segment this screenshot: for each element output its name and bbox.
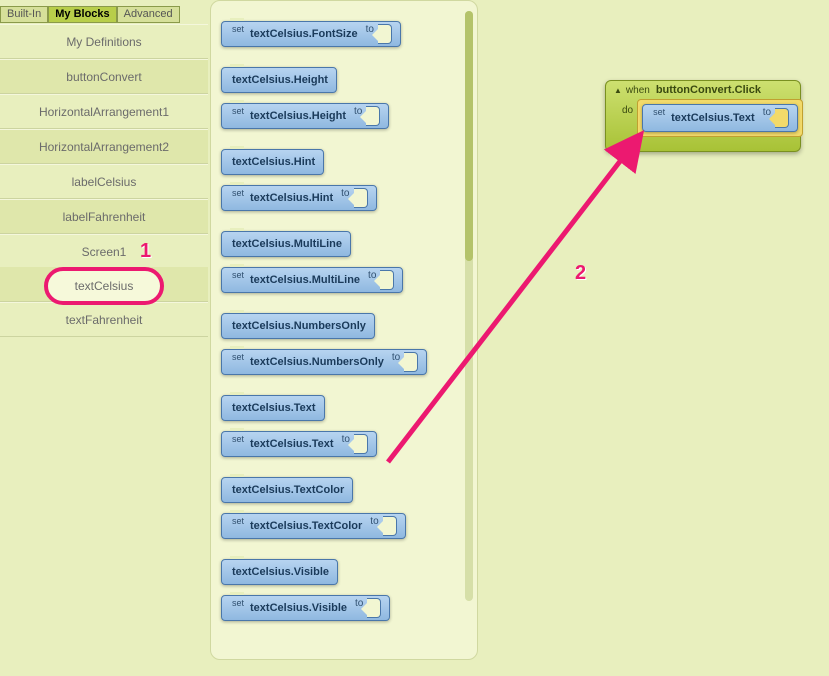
value-socket[interactable]	[404, 352, 418, 372]
drawer-scrollbar[interactable]	[465, 11, 473, 601]
disclosure-triangle-icon[interactable]: ▲	[614, 86, 622, 95]
block-pair: textCelsius.Visible set textCelsius.Visibl…	[211, 559, 477, 621]
getter-block[interactable]: textCelsius.Visible	[221, 559, 338, 585]
getter-block[interactable]: textCelsius.MultiLine	[221, 231, 351, 257]
set-keyword: set	[232, 350, 244, 362]
value-socket[interactable]	[367, 598, 381, 618]
block-label: textCelsius.NumbersOnly	[250, 356, 384, 368]
component-item-horizontalarrangement2[interactable]: HorizontalArrangement2	[0, 129, 208, 164]
block-label: textCelsius.Hint	[232, 156, 315, 168]
block-label: textCelsius.Hint	[250, 192, 333, 204]
component-item-screen1[interactable]: Screen1	[0, 234, 208, 269]
blocks-drawer-content: settextCelsius.FontSizetotextCelsius.Hei…	[211, 21, 477, 621]
block-label: textCelsius.TextColor	[250, 520, 362, 532]
set-keyword: set	[232, 514, 244, 526]
value-socket[interactable]	[354, 188, 368, 208]
getter-block[interactable]: textCelsius.Hint	[221, 149, 324, 175]
event-do-slot[interactable]: set textCelsius.Text to	[637, 99, 803, 137]
block-label: textCelsius.MultiLine	[232, 238, 342, 250]
callout-1: 1	[140, 240, 151, 263]
callout-2: 2	[575, 262, 586, 285]
tab-advanced[interactable]: Advanced	[117, 6, 180, 23]
value-socket[interactable]	[366, 106, 380, 126]
set-keyword: set	[232, 596, 244, 608]
tab-builtin[interactable]: Built-In	[0, 6, 48, 23]
set-keyword: set	[232, 432, 244, 444]
block-pair: textCelsius.TextColor set textCelsius.Text…	[211, 477, 477, 539]
block-label: textCelsius.TextColor	[232, 484, 344, 496]
block-label: textCelsius.Text	[671, 112, 755, 124]
setter-block[interactable]: settextCelsius.FontSizeto	[221, 21, 401, 47]
value-socket[interactable]	[383, 516, 397, 536]
block-label: textCelsius.Visible	[250, 602, 347, 614]
set-keyword: set	[232, 22, 244, 34]
setter-block[interactable]: settextCelsius.NumbersOnlyto	[221, 349, 427, 375]
block-label: textCelsius.Height	[232, 74, 328, 86]
component-item-horizontalarrangement1[interactable]: HorizontalArrangement1	[0, 94, 208, 129]
block-label: textCelsius.Text	[232, 402, 316, 414]
getter-block[interactable]: textCelsius.TextColor	[221, 477, 353, 503]
setter-block[interactable]: settextCelsius.MultiLineto	[221, 267, 403, 293]
tab-my-blocks[interactable]: My Blocks	[48, 6, 116, 23]
event-block-buttonconvert-click[interactable]: ▲ when buttonConvert.Click do set textCe…	[605, 80, 801, 152]
setter-block[interactable]: settextCelsius.Hintto	[221, 185, 377, 211]
block-pair: settextCelsius.FontSizeto	[211, 21, 477, 47]
component-item-my definitions[interactable]: My Definitions	[0, 24, 208, 59]
block-pair: textCelsius.HeightsettextCelsius.Heightt…	[211, 67, 477, 129]
value-socket[interactable]	[380, 270, 394, 290]
component-item-labelcelsius[interactable]: labelCelsius	[0, 164, 208, 199]
component-item-textcelsius[interactable]: textCelsius	[44, 267, 164, 305]
set-keyword: set	[232, 268, 244, 280]
setter-block[interactable]: settextCelsius.Textto	[221, 431, 377, 457]
getter-block[interactable]: textCelsius.Height	[221, 67, 337, 93]
component-item-labelfahrenheit[interactable]: labelFahrenheit	[0, 199, 208, 234]
set-keyword: set	[232, 104, 244, 116]
getter-block[interactable]: textCelsius.NumbersOnly	[221, 313, 375, 339]
setter-block[interactable]: settextCelsius.Heightto	[221, 103, 389, 129]
block-pair: textCelsius.HintsettextCelsius.Hintto	[211, 149, 477, 211]
getter-block[interactable]: textCelsius.Text	[221, 395, 325, 421]
component-item-textfahrenheit[interactable]: textFahrenheit	[0, 302, 208, 337]
blocks-drawer: settextCelsius.FontSizetotextCelsius.Hei…	[210, 0, 478, 660]
component-list: My DefinitionsbuttonConvertHorizontalArr…	[0, 24, 208, 337]
block-label: textCelsius.NumbersOnly	[232, 320, 366, 332]
component-item-buttonconvert[interactable]: buttonConvert	[0, 59, 208, 94]
do-keyword: do	[622, 105, 633, 116]
setter-block[interactable]: settextCelsius.Visibleto	[221, 595, 390, 621]
value-socket[interactable]	[378, 24, 392, 44]
set-keyword: set	[232, 186, 244, 198]
set-keyword: set	[653, 105, 665, 117]
drawer-scrollbar-thumb[interactable]	[465, 11, 473, 261]
set-textcelsius-text-block[interactable]: set textCelsius.Text to	[642, 104, 798, 132]
block-label: textCelsius.MultiLine	[250, 274, 360, 286]
value-socket[interactable]	[775, 108, 789, 128]
value-socket[interactable]	[354, 434, 368, 454]
block-pair: textCelsius.NumbersOnly set textCelsius.Nu…	[211, 313, 477, 375]
block-label: textCelsius.Visible	[232, 566, 329, 578]
block-label: textCelsius.Height	[250, 110, 346, 122]
when-keyword: when	[626, 85, 650, 96]
palette-tabs: Built-In My Blocks Advanced	[0, 6, 180, 23]
block-label: textCelsius.FontSize	[250, 28, 358, 40]
block-pair: textCelsius.TextsettextCelsius.Textto	[211, 395, 477, 457]
block-label: textCelsius.Text	[250, 438, 334, 450]
setter-block[interactable]: settextCelsius.TextColorto	[221, 513, 406, 539]
event-block-label: buttonConvert.Click	[656, 84, 761, 96]
block-pair: textCelsius.MultiLine set textCelsius.Mult…	[211, 231, 477, 293]
